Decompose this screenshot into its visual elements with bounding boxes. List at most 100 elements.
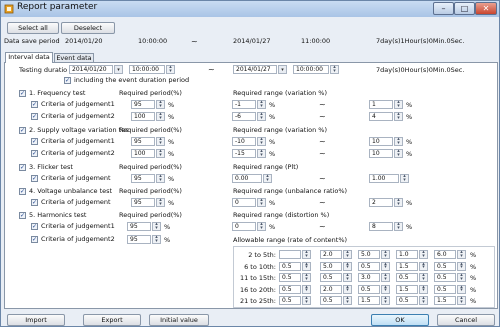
freq-criteria2-low[interactable]: -6 (232, 112, 256, 121)
allowable-value-field[interactable]: 0.5 (358, 284, 380, 294)
allowable-value-field[interactable]: 1.0 (396, 250, 418, 259)
harmonics-c2-period-spin[interactable]: ▴ ▾ (152, 235, 161, 244)
title-bar[interactable]: Report parameter – □ ✕ (1, 1, 499, 17)
unbalance-low-spin[interactable]: ▴ ▾ (257, 198, 266, 207)
allowable-value-spin[interactable]: ▴ ▾ (419, 250, 428, 259)
harmonics-criteria2-period[interactable]: 95 (127, 235, 151, 244)
allowable-value-field[interactable]: 0.5 (279, 284, 301, 294)
freq-criteria1-period[interactable]: 95 (131, 100, 155, 109)
harmonics-criteria1-checkbox[interactable]: ✓ (31, 223, 38, 230)
testing-end-time-field[interactable]: 10:00:00 (293, 65, 329, 74)
supply-c1-high-spin[interactable]: ▴ ▾ (394, 137, 403, 146)
allowable-value-field[interactable]: 0.5 (434, 261, 456, 271)
allowable-value-spin[interactable]: ▴ ▾ (343, 261, 352, 271)
close-button[interactable]: ✕ (475, 2, 497, 15)
tab-interval-data[interactable]: Interval data (5, 52, 53, 63)
allowable-value-spin[interactable]: ▴ ▾ (302, 296, 311, 305)
allowable-value-field[interactable]: 5.0 (320, 261, 342, 271)
allowable-value-field[interactable]: 0.5 (434, 284, 456, 294)
harmonics-criteria2-checkbox[interactable]: ✓ (31, 236, 38, 243)
supply-criteria2-low[interactable]: -15 (232, 149, 256, 158)
allowable-value-spin[interactable]: ▴ ▾ (457, 261, 466, 271)
testing-start-date-field[interactable]: 2014/01/20 (69, 65, 113, 74)
flicker-low-spin[interactable]: ▴ ▾ (263, 174, 272, 183)
allowable-value-field[interactable]: 2.0 (320, 250, 342, 259)
freq-c1-low-spin[interactable]: ▴ ▾ (257, 100, 266, 109)
flicker-test-checkbox[interactable]: ✓ (19, 164, 26, 171)
supply-criteria2-checkbox[interactable]: ✓ (31, 150, 38, 157)
supply-c1-low-spin[interactable]: ▴ ▾ (257, 137, 266, 146)
allowable-value-spin[interactable]: ▴ ▾ (343, 250, 352, 259)
allowable-value-spin[interactable]: ▴ ▾ (302, 273, 311, 282)
maximize-button[interactable]: □ (454, 2, 475, 15)
freq-criteria1-checkbox[interactable]: ✓ (31, 101, 38, 108)
allowable-value-spin[interactable]: ▴ ▾ (343, 296, 352, 305)
export-button[interactable]: Export (83, 314, 141, 326)
supply-criteria1-checkbox[interactable]: ✓ (31, 138, 38, 145)
freq-c1-high-spin[interactable]: ▴ ▾ (394, 100, 403, 109)
supply-c2-period-spin[interactable]: ▴ ▾ (156, 149, 165, 158)
freq-criteria1-low[interactable]: -1 (232, 100, 256, 109)
select-all-button[interactable]: Select all (7, 22, 59, 34)
supply-c2-low-spin[interactable]: ▴ ▾ (257, 149, 266, 158)
harmonics-low-spin[interactable]: ▴ ▾ (257, 222, 266, 231)
initial-value-button[interactable]: Initial value (149, 314, 209, 326)
testing-start-time-field[interactable]: 10:00:00 (129, 65, 165, 74)
start-date-dropdown[interactable]: ▾ (114, 65, 123, 74)
unbalance-criteria-period[interactable]: 95 (131, 198, 155, 207)
allowable-value-spin[interactable]: ▴ ▾ (457, 284, 466, 294)
include-event-checkbox[interactable]: ✓ (64, 77, 71, 84)
unbalance-criteria-checkbox[interactable]: ✓ (31, 199, 38, 206)
allowable-value-spin[interactable]: ▴ ▾ (457, 250, 466, 259)
unbalance-test-checkbox[interactable]: ✓ (19, 188, 26, 195)
freq-c1-period-spin[interactable]: ▴ ▾ (156, 100, 165, 109)
allowable-value-field[interactable]: 6.0 (434, 250, 456, 259)
allowable-value-field[interactable]: 1.5 (358, 296, 380, 305)
allowable-value-field[interactable]: 1.5 (434, 296, 456, 305)
allowable-value-field[interactable]: 1.5 (396, 261, 418, 271)
flicker-criteria-period[interactable]: 95 (131, 174, 155, 183)
allowable-value-spin[interactable]: ▴ ▾ (419, 284, 428, 294)
allowable-value-field[interactable]: 0.5 (434, 273, 456, 282)
freq-criteria2-high[interactable]: 4 (369, 112, 393, 121)
allowable-value-field[interactable]: 0.5 (396, 296, 418, 305)
supply-criteria1-period[interactable]: 95 (131, 137, 155, 146)
ok-button[interactable]: OK (371, 314, 429, 326)
harmonics-c1-period-spin[interactable]: ▴ ▾ (152, 222, 161, 231)
allowable-value-spin[interactable]: ▴ ▾ (457, 296, 466, 305)
end-date-dropdown[interactable]: ▾ (278, 65, 287, 74)
allowable-value-spin[interactable]: ▴ ▾ (302, 250, 311, 259)
flicker-criteria-checkbox[interactable]: ✓ (31, 175, 38, 182)
flicker-period-spin[interactable]: ▴ ▾ (156, 174, 165, 183)
testing-end-date-field[interactable]: 2014/01/27 (233, 65, 277, 74)
supply-criteria2-high[interactable]: 10 (369, 149, 393, 158)
supply-criteria1-low[interactable]: -10 (232, 137, 256, 146)
allowable-value-field[interactable]: 0.5 (279, 261, 301, 271)
flicker-criteria-low[interactable]: 0.00 (232, 174, 262, 183)
flicker-high-spin[interactable]: ▴ ▾ (400, 174, 409, 183)
allowable-value-field[interactable]: 3.0 (358, 273, 380, 282)
allowable-value-spin[interactable]: ▴ ▾ (457, 273, 466, 282)
flicker-criteria-high[interactable]: 1.00 (369, 174, 399, 183)
allowable-value-spin[interactable]: ▴ ▾ (343, 284, 352, 294)
allowable-value-spin[interactable]: ▴ ▾ (381, 296, 390, 305)
allowable-value-field[interactable]: 0.5 (358, 261, 380, 271)
start-time-spin[interactable]: ▴ ▾ (166, 65, 175, 74)
allowable-value-spin[interactable]: ▴ ▾ (419, 296, 428, 305)
allowable-value-field[interactable] (279, 250, 301, 259)
allowable-value-spin[interactable]: ▴ ▾ (419, 261, 428, 271)
import-button[interactable]: Import (7, 314, 65, 326)
deselect-button[interactable]: Deselect (61, 22, 115, 34)
cancel-button[interactable]: Cancel (437, 314, 495, 326)
freq-criteria2-checkbox[interactable]: ✓ (31, 113, 38, 120)
unbalance-criteria-high[interactable]: 2 (369, 198, 393, 207)
unbalance-high-spin[interactable]: ▴ ▾ (394, 198, 403, 207)
allowable-value-spin[interactable]: ▴ ▾ (381, 250, 390, 259)
allowable-value-field[interactable]: 2.0 (320, 284, 342, 294)
allowable-value-field[interactable]: 5.0 (358, 250, 380, 259)
freq-c2-period-spin[interactable]: ▴ ▾ (156, 112, 165, 121)
allowable-value-spin[interactable]: ▴ ▾ (302, 284, 311, 294)
allowable-value-field[interactable]: 0.5 (396, 273, 418, 282)
harmonics-criteria1-period[interactable]: 95 (127, 222, 151, 231)
allowable-value-field[interactable]: 1.5 (396, 284, 418, 294)
